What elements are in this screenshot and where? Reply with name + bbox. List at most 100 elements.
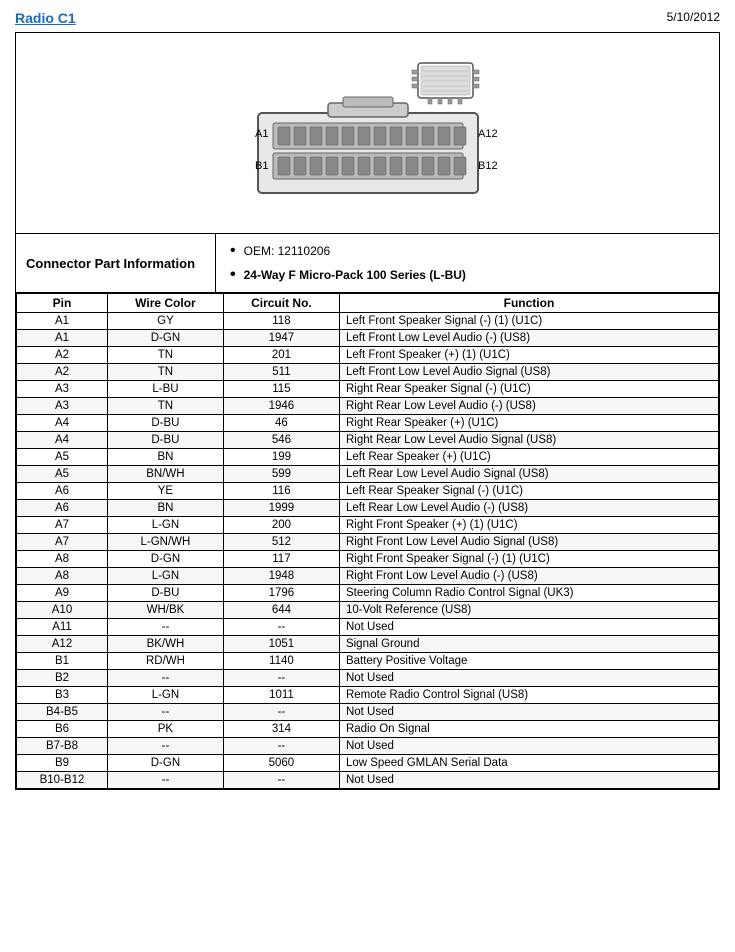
cell-25-3: Not Used (339, 738, 718, 755)
cell-9-3: Left Rear Low Level Audio Signal (US8) (339, 466, 718, 483)
cell-20-1: RD/WH (108, 653, 224, 670)
cell-19-3: Signal Ground (339, 636, 718, 653)
cell-27-0: B10-B12 (17, 772, 108, 789)
cell-23-1: -- (108, 704, 224, 721)
cell-21-0: B2 (17, 670, 108, 687)
cell-4-2: 115 (223, 381, 339, 398)
cell-6-0: A4 (17, 415, 108, 432)
cell-8-2: 199 (223, 449, 339, 466)
cell-5-1: TN (108, 398, 224, 415)
series-line: 24-Way F Micro-Pack 100 Series (L-BU) (230, 266, 705, 284)
cell-15-1: L-GN (108, 568, 224, 585)
cell-22-0: B3 (17, 687, 108, 704)
table-row: A1GY118Left Front Speaker Signal (-) (1)… (17, 313, 719, 330)
cell-9-0: A5 (17, 466, 108, 483)
col-circuit-no: Circuit No. (223, 294, 339, 313)
table-row: A11----Not Used (17, 619, 719, 636)
cell-18-0: A11 (17, 619, 108, 636)
cell-14-3: Right Front Speaker Signal (-) (1) (U1C) (339, 551, 718, 568)
cell-7-3: Right Rear Low Level Audio Signal (US8) (339, 432, 718, 449)
info-section: Connector Part Information OEM: 12110206… (16, 234, 719, 293)
cell-9-2: 599 (223, 466, 339, 483)
connector-diagram-area: A1 A12 B1 B12 (16, 33, 719, 234)
cell-25-0: B7-B8 (17, 738, 108, 755)
cell-10-1: YE (108, 483, 224, 500)
cell-15-2: 1948 (223, 568, 339, 585)
cell-11-2: 1999 (223, 500, 339, 517)
cell-1-3: Left Front Low Level Audio (-) (US8) (339, 330, 718, 347)
svg-text:B12: B12 (478, 160, 498, 172)
table-row: A2TN201Left Front Speaker (+) (1) (U1C) (17, 347, 719, 364)
table-row: A5BN199Left Rear Speaker (+) (U1C) (17, 449, 719, 466)
table-row: B10-B12----Not Used (17, 772, 719, 789)
cell-27-1: -- (108, 772, 224, 789)
cell-6-3: Right Rear Speaker (+) (U1C) (339, 415, 718, 432)
cell-1-0: A1 (17, 330, 108, 347)
table-row: A1D-GN1947Left Front Low Level Audio (-)… (17, 330, 719, 347)
cell-18-2: -- (223, 619, 339, 636)
cell-10-2: 116 (223, 483, 339, 500)
cell-19-2: 1051 (223, 636, 339, 653)
cell-26-2: 5060 (223, 755, 339, 772)
cell-4-0: A3 (17, 381, 108, 398)
table-header-row: Pin Wire Color Circuit No. Function (17, 294, 719, 313)
table-row: A3L-BU115Right Rear Speaker Signal (-) (… (17, 381, 719, 398)
cell-3-0: A2 (17, 364, 108, 381)
cell-13-1: L-GN/WH (108, 534, 224, 551)
cell-6-1: D-BU (108, 415, 224, 432)
cell-24-2: 314 (223, 721, 339, 738)
cell-12-2: 200 (223, 517, 339, 534)
cell-4-1: L-BU (108, 381, 224, 398)
table-row: A5BN/WH599Left Rear Low Level Audio Sign… (17, 466, 719, 483)
cell-3-3: Left Front Low Level Audio Signal (US8) (339, 364, 718, 381)
cell-19-1: BK/WH (108, 636, 224, 653)
cell-21-3: Not Used (339, 670, 718, 687)
cell-1-2: 1947 (223, 330, 339, 347)
cell-12-0: A7 (17, 517, 108, 534)
cell-12-3: Right Front Speaker (+) (1) (U1C) (339, 517, 718, 534)
cell-7-1: D-BU (108, 432, 224, 449)
cell-14-0: A8 (17, 551, 108, 568)
cell-17-3: 10-Volt Reference (US8) (339, 602, 718, 619)
cell-20-3: Battery Positive Voltage (339, 653, 718, 670)
table-row: B2----Not Used (17, 670, 719, 687)
table-row: A9D-BU1796Steering Column Radio Control … (17, 585, 719, 602)
cell-11-3: Left Rear Low Level Audio (-) (US8) (339, 500, 718, 517)
table-row: B6PK314Radio On Signal (17, 721, 719, 738)
table-row: A8L-GN1948Right Front Low Level Audio (-… (17, 568, 719, 585)
table-row: B3L-GN1011Remote Radio Control Signal (U… (17, 687, 719, 704)
connector-info-label: Connector Part Information (26, 256, 195, 271)
cell-7-2: 546 (223, 432, 339, 449)
svg-text:B1: B1 (255, 160, 268, 172)
table-row: A12BK/WH1051Signal Ground (17, 636, 719, 653)
cell-16-0: A9 (17, 585, 108, 602)
connector-diagram-svg: A1 A12 B1 B12 (198, 53, 538, 213)
cell-8-3: Left Rear Speaker (+) (U1C) (339, 449, 718, 466)
svg-text:A1: A1 (255, 128, 268, 140)
cell-23-3: Not Used (339, 704, 718, 721)
oem-label: OEM: (244, 244, 275, 258)
cell-5-3: Right Rear Low Level Audio (-) (US8) (339, 398, 718, 415)
cell-7-0: A4 (17, 432, 108, 449)
main-content-box: A1 A12 B1 B12 Connector Part Information… (15, 32, 720, 790)
cell-0-3: Left Front Speaker Signal (-) (1) (U1C) (339, 313, 718, 330)
table-row: A6YE116Left Rear Speaker Signal (-) (U1C… (17, 483, 719, 500)
cell-10-3: Left Rear Speaker Signal (-) (U1C) (339, 483, 718, 500)
cell-18-3: Not Used (339, 619, 718, 636)
svg-text:A12: A12 (478, 128, 498, 140)
cell-20-0: B1 (17, 653, 108, 670)
col-function: Function (339, 294, 718, 313)
cell-27-3: Not Used (339, 772, 718, 789)
cell-24-3: Radio On Signal (339, 721, 718, 738)
cell-0-2: 118 (223, 313, 339, 330)
table-row: A2TN511Left Front Low Level Audio Signal… (17, 364, 719, 381)
oem-line: OEM: 12110206 (230, 242, 705, 260)
cell-11-0: A6 (17, 500, 108, 517)
table-row: A8D-GN117Right Front Speaker Signal (-) … (17, 551, 719, 568)
cell-26-0: B9 (17, 755, 108, 772)
cell-20-2: 1140 (223, 653, 339, 670)
table-row: B9D-GN5060Low Speed GMLAN Serial Data (17, 755, 719, 772)
cell-16-3: Steering Column Radio Control Signal (UK… (339, 585, 718, 602)
cell-8-1: BN (108, 449, 224, 466)
cell-3-2: 511 (223, 364, 339, 381)
